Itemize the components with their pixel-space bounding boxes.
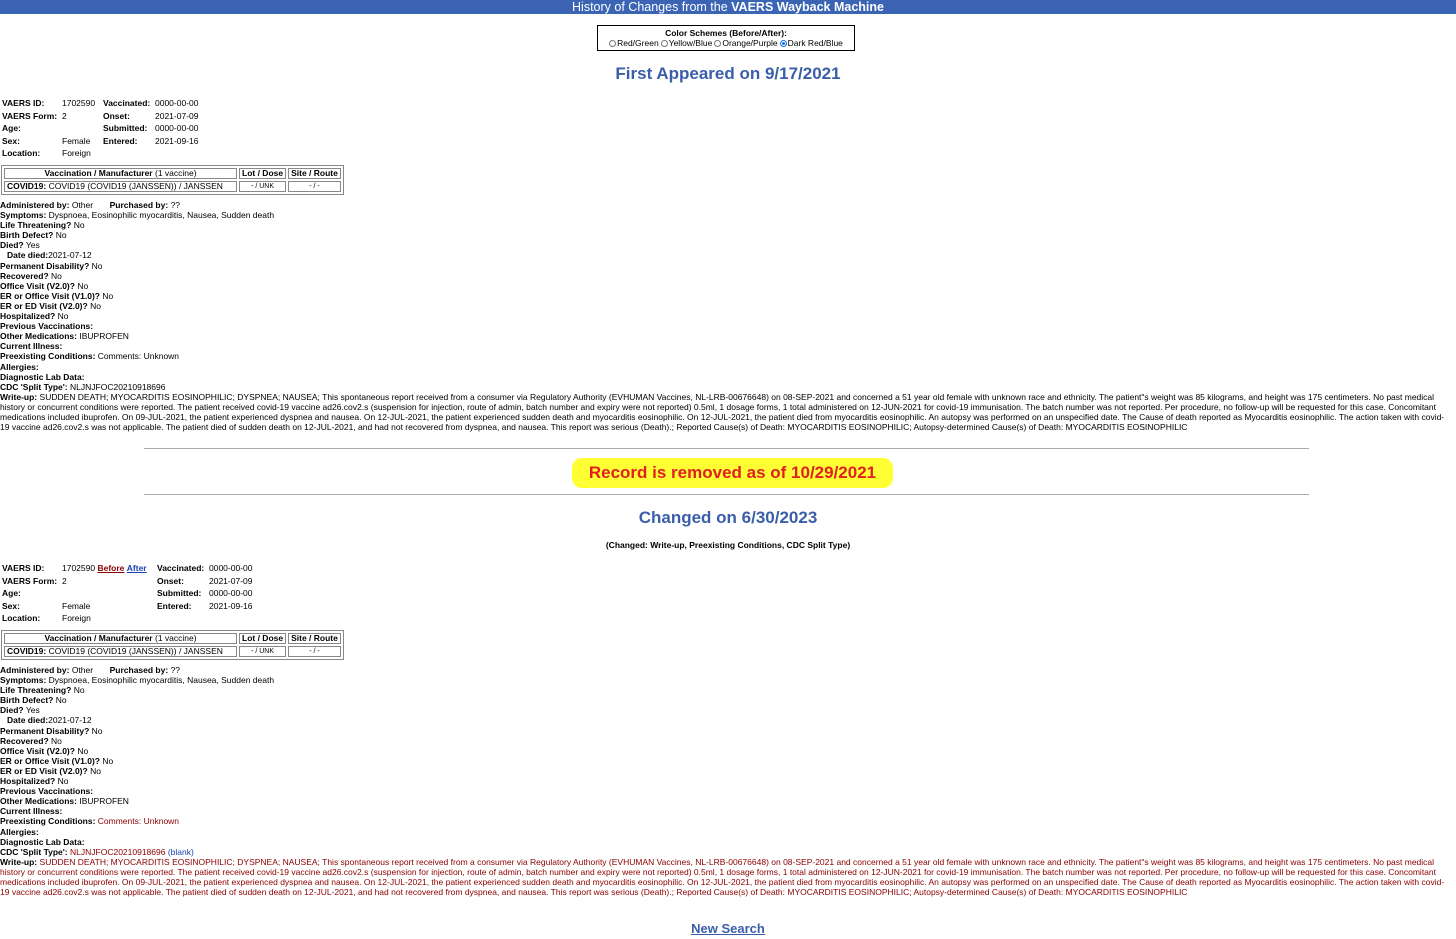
before-link[interactable]: Before — [97, 563, 124, 573]
changed-fields-note: (Changed: Write-up, Preexisting Conditio… — [605, 540, 851, 550]
radio-icon[interactable] — [660, 40, 668, 47]
radio-icon[interactable] — [609, 40, 617, 47]
after-link[interactable]: After — [127, 563, 147, 573]
radio-icon[interactable] — [714, 40, 722, 47]
scheme-option-yellow-blue[interactable]: Yellow/Blue — [660, 38, 712, 48]
first-appeared-heading: First Appeared on 9/17/2021 — [615, 64, 841, 83]
changed-heading: Changed on 6/30/2023 — [638, 508, 818, 527]
vaccination-table-changed: Vaccination / Manufacturer (1 vaccine) L… — [1, 630, 344, 660]
page-title-prefix: History of Changes from the — [572, 0, 732, 14]
scheme-option-orange-purple[interactable]: Orange/Purple — [714, 38, 778, 48]
page-title-bold: VAERS Wayback Machine — [731, 0, 884, 14]
record-details-changed: Administered by: Other Purchased by: ?? … — [0, 665, 1445, 898]
scheme-option-red-green[interactable]: Red/Green — [609, 38, 659, 48]
record-info-grid-changed: VAERS ID: 1702590 Before After Vaccinated:… — [2, 563, 253, 623]
table-row: COVID19: COVID19 (COVID19 (JANSSEN)) / J… — [4, 181, 341, 192]
table-row: COVID19: COVID19 (COVID19 (JANSSEN)) / J… — [4, 646, 341, 657]
divider — [144, 448, 1309, 449]
record-info-grid: VAERS ID: 1702590 Vaccinated: 0000-00-00 VA… — [2, 98, 199, 158]
record-removed-heading: Record is removed as of 10/29/2021 — [572, 458, 893, 488]
divider — [144, 494, 1309, 495]
color-scheme-box: Color Schemes (Before/After): Red/Green … — [597, 25, 855, 51]
record-details: Administered by: Other Purchased by: ?? … — [0, 200, 1445, 433]
color-scheme-title: Color Schemes (Before/After): — [665, 28, 787, 38]
radio-selected-icon[interactable] — [779, 40, 787, 47]
page-title-bar: History of Changes from the VAERS Waybac… — [0, 0, 1456, 14]
new-search-link[interactable]: New Search — [0, 921, 1456, 936]
scheme-option-dark-red-blue[interactable]: Dark Red/Blue — [779, 38, 843, 48]
vaccination-table: Vaccination / Manufacturer (1 vaccine) L… — [1, 165, 344, 195]
